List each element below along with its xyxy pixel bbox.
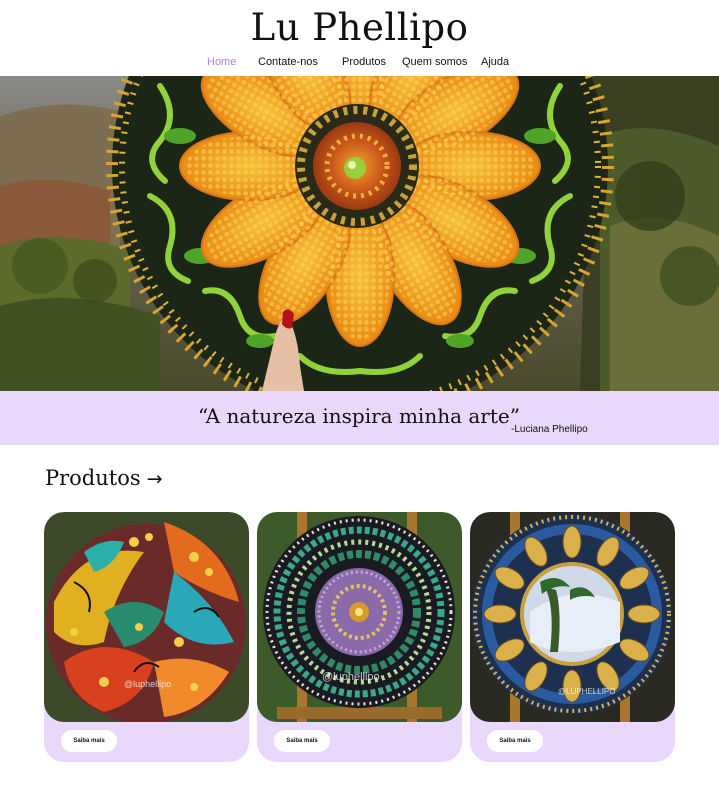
arrow-right-icon[interactable]: → — [147, 468, 163, 490]
watermark-text: @luphellipo — [322, 671, 380, 683]
quote-banner: “A natureza inspira minha arte” -Luciana… — [0, 391, 719, 445]
product-image[interactable]: @LUPHELLIPO — [470, 512, 675, 722]
nav-quem-somos[interactable]: Quem somos — [402, 56, 467, 68]
nav-home[interactable]: Home — [207, 56, 236, 68]
product-card: @luphellipo Saiba mais — [257, 512, 462, 762]
main-nav: Home Contate-nos Produtos Quem somos Aju… — [0, 56, 719, 72]
nav-produtos[interactable]: Produtos — [342, 56, 386, 68]
products-heading: Produtos → — [45, 466, 163, 490]
product-image[interactable]: @luphellipo — [257, 512, 462, 722]
products-title: Produtos — [45, 466, 141, 490]
watermark-text: @LUPHELLIPO — [558, 687, 615, 696]
watermark-text: @luphellipo — [124, 679, 171, 689]
product-card: @luphellipo Saiba mais — [44, 512, 249, 762]
quote-author: -Luciana Phellipo — [511, 424, 588, 435]
hero-image — [0, 76, 719, 391]
saiba-mais-button[interactable]: Saiba mais — [274, 730, 330, 752]
product-image[interactable]: @luphellipo — [44, 512, 249, 722]
saiba-mais-button[interactable]: Saiba mais — [487, 730, 543, 752]
nav-ajuda[interactable]: Ajuda — [481, 56, 509, 68]
saiba-mais-button[interactable]: Saiba mais — [61, 730, 117, 752]
quote-text: “A natureza inspira minha arte” — [198, 404, 520, 428]
product-card: @LUPHELLIPO Saiba mais — [470, 512, 675, 762]
nav-contate-nos[interactable]: Contate-nos — [258, 56, 318, 68]
brand-title: Lu Phellipo — [250, 6, 469, 49]
